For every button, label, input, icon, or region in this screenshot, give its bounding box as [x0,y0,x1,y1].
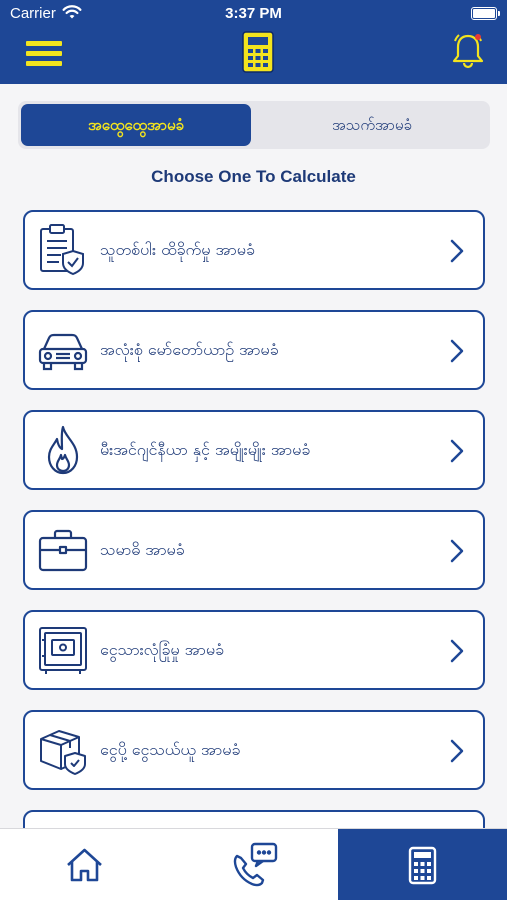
card-cash-in-safe[interactable]: ငွေသားလုံခြုံမှု အာမခံ [23,610,485,690]
chevron-right-icon [450,439,464,463]
fire-icon [47,425,79,475]
chevron-right-icon [450,639,464,663]
chevron-right-icon [450,239,464,263]
tab-life-insurance[interactable]: အသက်အာမခံ [257,104,487,146]
card-label: ငွေပို့ ငွေသယ်ယူ အာမခံ [100,740,241,759]
status-bar: Carrier 3:37 PM [0,0,507,28]
chevron-right-icon [450,739,464,763]
safe-icon [39,627,87,674]
chevron-right-icon [450,539,464,563]
section-title: Choose One To Calculate [151,167,356,186]
main-content: အထွေထွေအာမခံ အသက်အာမခံ Choose One To Cal… [0,84,507,828]
card-partial[interactable] [23,810,485,828]
tab-calculator[interactable] [338,829,507,900]
box-shield-icon [40,730,86,775]
bottom-tab-bar [0,828,507,900]
battery-icon [471,7,500,20]
menu-icon-line [26,51,62,56]
tab-general-insurance[interactable]: အထွေထွေအာမခံ [21,104,251,146]
card-label: သမာဓိ အာမခံ [100,540,185,559]
briefcase-icon [38,529,88,572]
menu-icon-line [26,41,62,46]
phone-chat-icon [233,842,278,887]
top-nav-bar [0,28,507,84]
card-fire-engineering-misc[interactable]: မီးအင်ဂျင်နီယာ နှင့် အမျိုးမျိုး အာမခံ [23,410,485,490]
bell-icon[interactable] [450,31,486,71]
insurance-type-segmented-control: အထွေထွေအာမခံ အသက်အာမခံ [18,101,490,149]
tab-contact[interactable] [169,829,338,900]
status-time: 3:37 PM [225,5,282,22]
home-icon [67,848,102,882]
card-comprehensive-motor[interactable]: အလုံးစုံ မော်တော်ယာဥ် အာမခံ [23,310,485,390]
notification-dot [475,34,481,40]
tab-home[interactable] [0,829,169,900]
card-label: ငွေသားလုံခြုံမှု အာမခံ [100,640,224,659]
car-icon [38,333,88,371]
calculator-icon [408,846,437,885]
chevron-right-icon [450,339,464,363]
card-cash-in-transit[interactable]: ငွေပို့ ငွေသယ်ယူ အာမခံ [23,710,485,790]
calculator-logo-icon [242,31,274,73]
card-label: သူတစ်ပါး ထိခိုက်မှု အာမခံ [100,240,255,259]
card-fidelity[interactable]: သမာဓိ အာမခံ [23,510,485,590]
clipboard-shield-icon [40,224,84,276]
menu-icon-line [26,61,62,66]
menu-button[interactable] [26,38,62,68]
card-label: မီးအင်ဂျင်နီယာ နှင့် အမျိုးမျိုး အာမခံ [100,440,311,459]
card-third-party-liability[interactable]: သူတစ်ပါး ထိခိုက်မှု အာမခံ [23,210,485,290]
card-label: အလုံးစုံ မော်တော်ယာဥ် အာမခံ [100,340,279,359]
